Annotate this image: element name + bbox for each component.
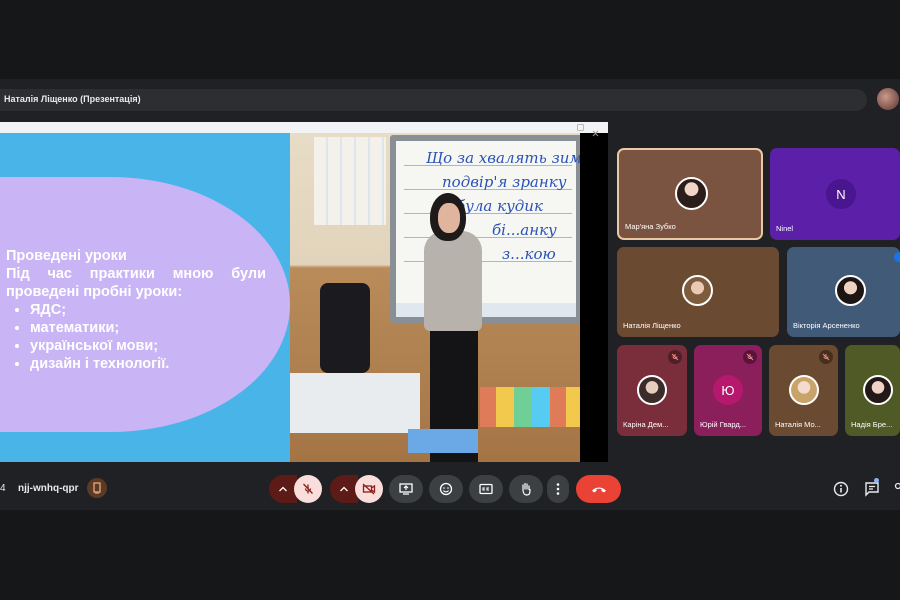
wall-posters [314, 137, 386, 225]
avatar-initial: N [836, 186, 846, 202]
pencil-decor [480, 387, 580, 427]
captions-button[interactable] [469, 475, 503, 503]
camera-toggle-button[interactable] [355, 475, 383, 503]
meeting-details-icon[interactable] [87, 478, 107, 498]
more-options-button[interactable] [547, 475, 569, 503]
chevron-up-icon [340, 486, 348, 492]
avatar [789, 375, 819, 405]
meeting-code[interactable]: njj-wnhq-qpr [18, 483, 79, 494]
pin-icon[interactable] [894, 252, 900, 262]
whiteboard: Що за хвалять зими подвір'я зранку була … [390, 135, 580, 323]
slide-text: Проведені уроки Під час практики мною бу… [6, 247, 266, 373]
mic-off-icon [819, 350, 833, 364]
presentation-stage: Що за хвалять зими подвір'я зранку була … [0, 122, 608, 462]
board-line: бі...анку [492, 221, 557, 239]
participant-tile[interactable]: Мар'яна Зубко [617, 148, 763, 240]
mic-off-icon [743, 350, 757, 364]
book [408, 429, 478, 453]
participant-tile[interactable]: Вікторія Арсененко [787, 247, 900, 337]
presenter-bar: Наталія Ліщенко (Презентація) [0, 89, 867, 111]
raise-hand-button[interactable] [509, 475, 543, 503]
avatar: Ю [713, 375, 743, 405]
restore-icon[interactable] [577, 124, 584, 131]
avatar [863, 375, 893, 405]
people-icon[interactable] [892, 481, 900, 497]
participant-tile[interactable]: N Ninel [770, 148, 900, 240]
hand-icon [522, 482, 531, 496]
presentation-titlebar [0, 122, 608, 137]
classroom-photo: Що за хвалять зими подвір'я зранку була … [290, 133, 580, 462]
slide-body: Під час практики мною були проведені про… [6, 266, 266, 300]
participant-name: Юрій Гвард... [700, 420, 747, 429]
mic-toggle-button[interactable] [294, 475, 322, 503]
participant-name: Вікторія Арсененко [793, 321, 860, 330]
participant-name: Каріна Дем... [623, 420, 669, 429]
camera-off-icon [362, 483, 376, 495]
avatar: N [826, 179, 856, 209]
slide-bullets: ЯДС; математики; української мови; дизай… [30, 301, 266, 373]
participant-tile[interactable]: Ю Юрій Гвард... [694, 345, 762, 436]
time-fragment: 4 [0, 483, 6, 494]
avatar-initial: Ю [721, 382, 735, 398]
more-vert-icon [556, 483, 560, 495]
leave-call-button[interactable] [576, 475, 621, 503]
control-bar: 4 njj-wnhq-qpr [0, 474, 900, 510]
slide-heading: Проведені уроки [6, 248, 127, 264]
participant-name: Надія Бре... [851, 420, 893, 429]
chair [320, 283, 370, 373]
call-end-icon [591, 487, 606, 493]
info-icon[interactable] [833, 481, 849, 497]
slide-bullet: дизайн і технології. [30, 355, 266, 373]
participant-name: Ninel [776, 224, 794, 233]
slide-bullet: ЯДС; [30, 301, 266, 319]
notification-dot [874, 478, 879, 483]
board-line: подвір'я зранку [442, 173, 567, 191]
meet-window: Наталія Ліщенко (Презентація) Що за хвал… [0, 79, 900, 510]
audio-options-button[interactable] [269, 475, 297, 503]
avatar [835, 275, 866, 306]
presenter-title: Наталія Ліщенко (Презентація) [4, 94, 141, 104]
present-screen-icon [399, 483, 413, 495]
desk [290, 373, 420, 433]
board-line: була кудик [456, 197, 543, 215]
reactions-button[interactable] [429, 475, 463, 503]
participant-tile[interactable]: Наталія Мо... [769, 345, 838, 436]
slide-bullet: української мови; [30, 337, 266, 355]
participant-name: Наталія Ліщенко [623, 321, 681, 330]
participant-tile[interactable]: Наталія Ліщенко [617, 247, 779, 337]
participant-name: Наталія Мо... [775, 420, 821, 429]
captions-icon [479, 483, 493, 495]
participant-tile[interactable]: Каріна Дем... [617, 345, 687, 436]
slide-bullet: математики; [30, 319, 266, 337]
chat-icon[interactable] [864, 481, 880, 497]
present-button[interactable] [389, 475, 423, 503]
video-options-button[interactable] [330, 475, 358, 503]
chevron-up-icon [279, 486, 287, 492]
participant-tile[interactable]: Надія Бре... [845, 345, 900, 436]
board-line: Що за хвалять зими [426, 149, 580, 167]
avatar [675, 177, 708, 210]
slide: Що за хвалять зими подвір'я зранку була … [0, 133, 580, 462]
board-line: з...кою [502, 245, 556, 263]
close-icon[interactable] [592, 124, 599, 137]
mic-off-icon [303, 483, 313, 494]
participant-name: Мар'яна Зубко [625, 222, 676, 231]
avatar [637, 375, 667, 405]
emoji-icon [439, 482, 453, 496]
self-avatar[interactable] [877, 88, 899, 110]
mic-off-icon [668, 350, 682, 364]
avatar [682, 275, 713, 306]
